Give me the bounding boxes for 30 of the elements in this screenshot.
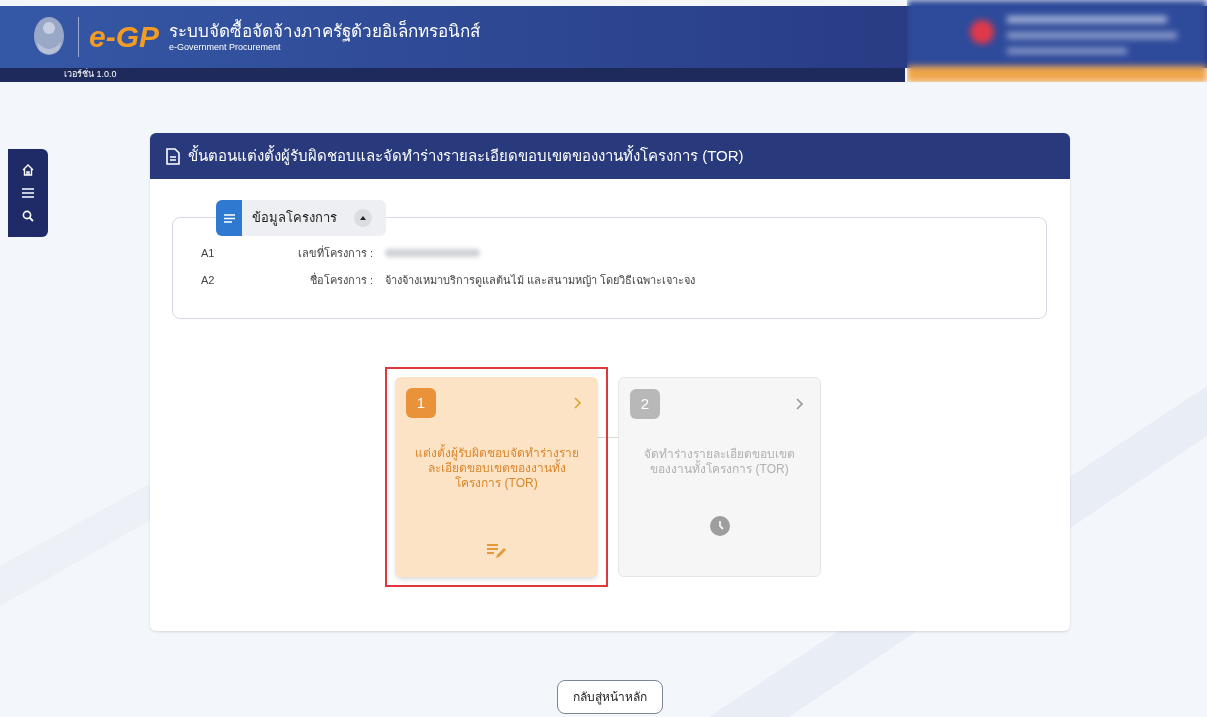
- clock-icon: [709, 516, 730, 536]
- chevron-icon: [574, 397, 581, 409]
- step-label: แต่งตั้งผู้รับผิดชอบจัดทำร่างรายละเอียดขอบเขตของงานทั้งโครงการ (TOR): [413, 446, 580, 491]
- step-number: 1: [406, 388, 436, 418]
- document-icon: [166, 147, 180, 165]
- step-number: 2: [630, 389, 660, 419]
- edit-list-icon: [486, 543, 507, 559]
- step-card[interactable]: 2 จัดทำร่างรายละเอียดขอบเขตของงานทั้งโครงการ (TOR): [618, 377, 821, 577]
- section-title: ข้อมูลโครงการ: [252, 209, 337, 228]
- row-code: A1: [201, 245, 216, 261]
- chevron-icon: [796, 398, 803, 410]
- version-label: เวอร์ชั่น 1.0.0: [64, 68, 117, 82]
- list-icon: [223, 213, 235, 223]
- site-subtitle: e-Government Procurement: [169, 42, 282, 54]
- menu-icon[interactable]: [22, 188, 34, 198]
- search-icon[interactable]: [22, 210, 34, 222]
- caret-up-icon: [360, 216, 366, 220]
- logo: e-GP: [89, 22, 160, 52]
- back-button[interactable]: กลับสู่หน้าหลัก: [557, 680, 663, 714]
- collapse-toggle[interactable]: [354, 209, 372, 227]
- step-card[interactable]: 1 แต่งตั้งผู้รับผิดชอบจัดทำร่างรายละเอียดขอบเขตของงานทั้งโครงการ (TOR): [395, 377, 598, 577]
- field-value: จ้างจ้างเหมาบริการดูแลต้นไม้ และสนามหญ้า โดยวิธีเฉพาะเจาะจง: [385, 272, 696, 289]
- row-code: A2: [201, 272, 216, 288]
- home-icon[interactable]: [22, 164, 34, 176]
- step-label: จัดทำร่างรายละเอียดขอบเขตของงานทั้งโครงการ (TOR): [643, 447, 796, 477]
- panel-title: ขั้นตอนแต่งตั้งผู้รับผิดชอบและจัดทำร่างรายละเอียดขอบเขตของงานทั้งโครงการ (TOR): [188, 144, 744, 167]
- field-label: ชื่อโครงการ :: [308, 271, 373, 288]
- site-title: ระบบจัดซื้อจัดจ้างภาครัฐด้วยอิเล็กทรอนิกส์: [169, 20, 481, 42]
- field-label: เลขที่โครงการ :: [296, 244, 373, 261]
- emblem-icon: [31, 16, 67, 58]
